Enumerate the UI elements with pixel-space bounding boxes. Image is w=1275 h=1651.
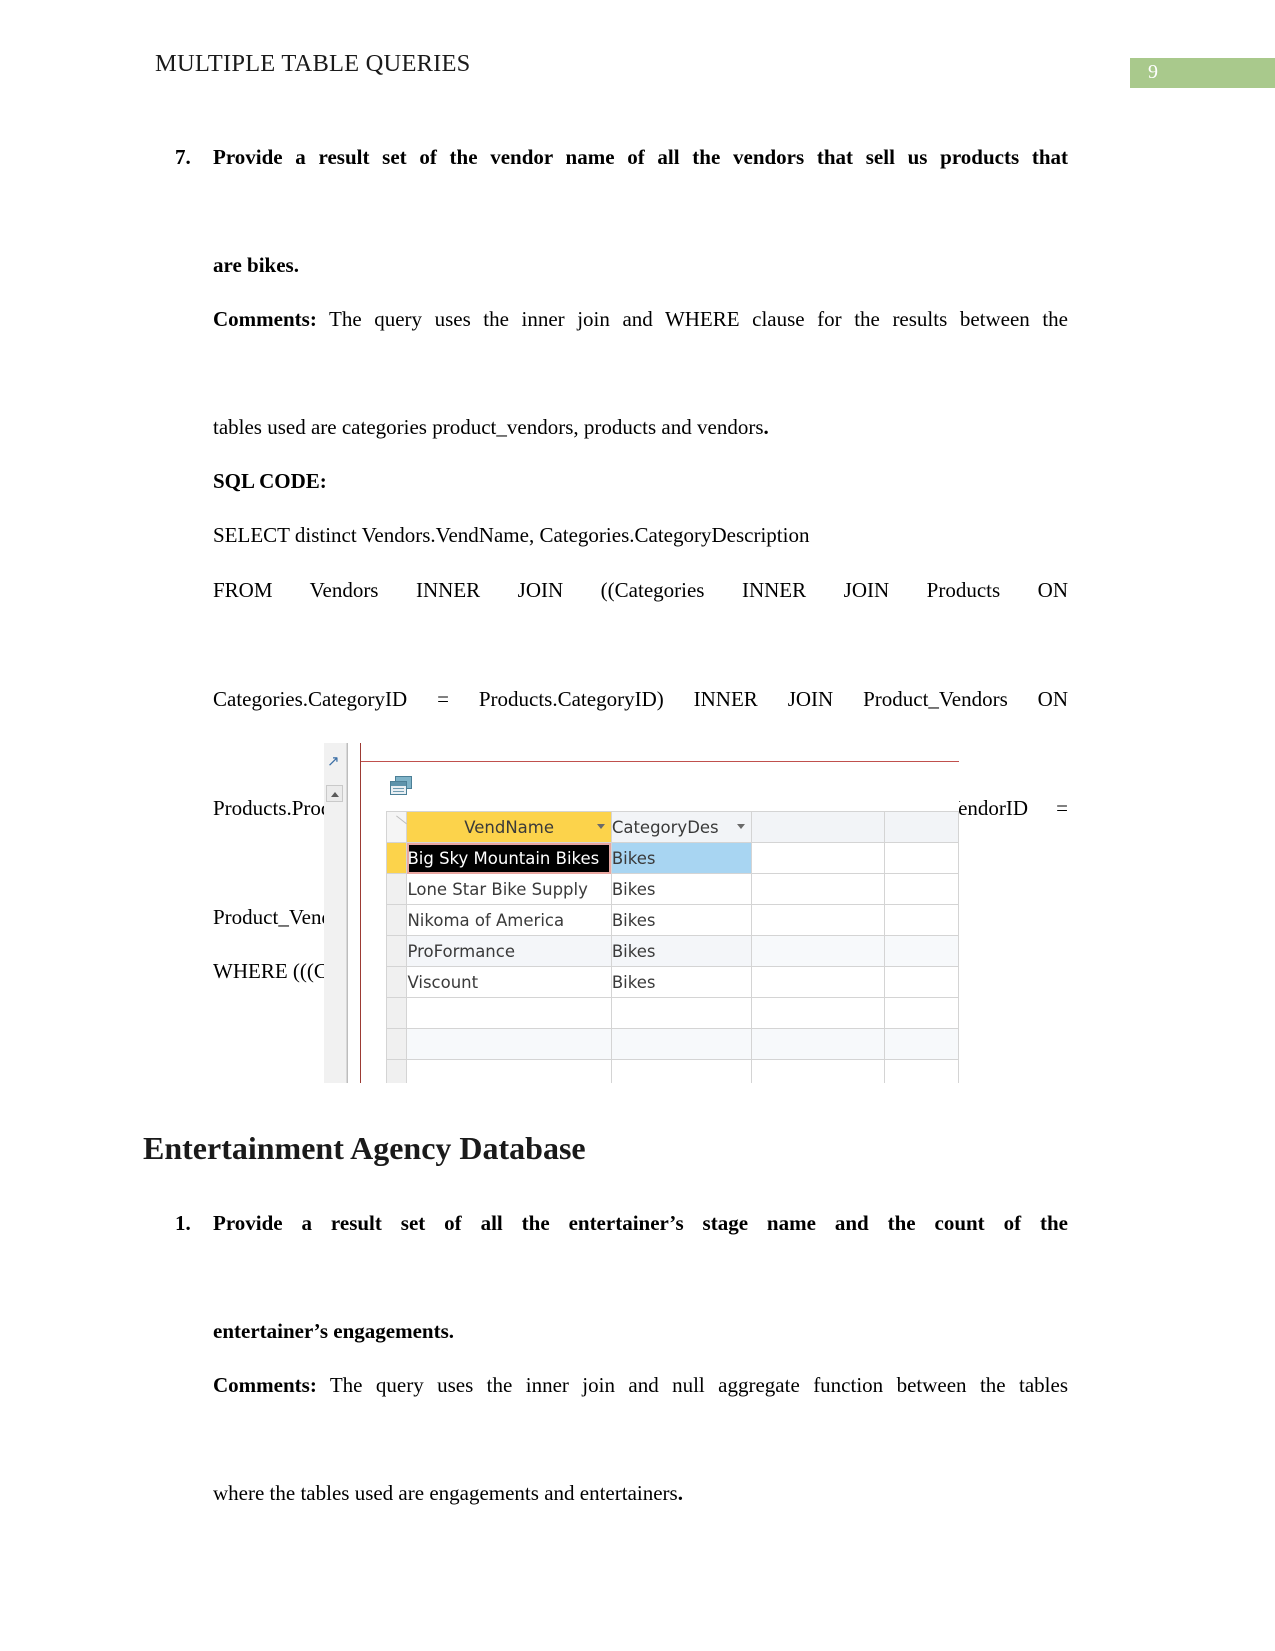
cell-vendname[interactable]: Nikoma of America [406,904,612,936]
row-selector[interactable] [385,842,408,874]
cell-empty-1 [751,935,885,967]
comments-text-1: The query uses the inner join and WHERE … [329,307,1069,331]
cell-vendname[interactable]: Lone Star Bike Supply [406,873,612,905]
column-header-empty-1 [751,811,885,843]
document-tab-rule [361,761,959,762]
document-body-lower: 1. Provide a result set of all the enter… [0,1196,1275,1520]
page-number-text: 9 [1148,61,1158,83]
cell-categorydescription[interactable]: Bikes [610,873,753,905]
select-all-header[interactable] [385,811,408,843]
open-chevron-icon: ↗ [327,752,340,770]
question-number: 1. [175,1211,191,1235]
table-row-blank [385,1059,959,1083]
row-selector[interactable] [385,935,408,967]
column-header-vendname-label: VendName [464,817,555,837]
cell-empty-2 [883,904,959,936]
cell-empty-category [610,997,753,1029]
row-selector[interactable] [385,997,408,1029]
cell-vendname[interactable]: ProFormance [406,935,612,967]
cell-vendname[interactable]: Big Sky Mountain Bikes [406,842,612,874]
question-prompt-line-2: are bikes. [213,253,299,277]
comments-paragraph-line-2: tables used are categories product_vendo… [0,400,1275,454]
chevron-down-icon[interactable] [737,824,746,829]
cell-empty-vendname [406,1059,612,1083]
shutter-bar-open-icon[interactable] [326,785,343,802]
column-header-vendname[interactable]: VendName [406,811,612,843]
column-header-categorydescription-label: CategoryDes [611,817,719,837]
cell-categorydescription[interactable]: Bikes [610,904,753,936]
cell-categorydescription[interactable]: Bikes [610,935,753,967]
table-row[interactable]: Nikoma of America Bikes [385,904,959,936]
sql-code-label-row: SQL CODE: [0,454,1275,508]
column-header-categorydescription[interactable]: CategoryDes [610,811,753,843]
table-row[interactable]: Lone Star Bike Supply Bikes [385,873,959,905]
query-datasheet-icon [390,776,412,795]
question-prompt-line-1: Provide a result set of the vendor name … [213,145,1068,169]
navigation-pane-strip: ↗ [324,743,347,1083]
comments-text-2: tables used are categories product_vendo… [213,415,764,439]
comments-period: . [677,1481,683,1505]
section-heading: Entertainment Agency Database [143,1130,586,1166]
comments-label: Comments: [213,307,317,331]
question-item-7: 7. Provide a result set of the vendor na… [0,130,1275,292]
cell-empty-vendname [406,997,612,1029]
column-header-empty-2 [883,811,959,843]
access-query-result-screenshot: ↗ VendName CategoryDes Big Sky Mountain … [324,743,959,1083]
row-selector[interactable] [385,1059,408,1083]
datasheet-area: VendName CategoryDes Big Sky Mountain Bi… [361,743,959,1083]
cell-vendname[interactable]: Viscount [406,966,612,998]
cell-empty-1 [751,842,885,874]
cell-empty-2 [883,935,959,967]
cell-empty-1 [751,997,885,1029]
cell-empty-2 [883,1059,959,1083]
row-selector[interactable] [385,966,408,998]
comments-paragraph-line-1: Comments: The query uses the inner join … [0,292,1275,400]
cell-empty-2 [883,873,959,905]
cell-empty-1 [751,873,885,905]
comments-paragraph-line-1: Comments: The query uses the inner join … [0,1358,1275,1466]
comments-period: . [763,415,769,439]
comments-text-1: The query uses the inner join and null a… [329,1373,1068,1397]
cell-empty-category [610,1028,753,1060]
question-number: 7. [175,145,191,169]
comments-paragraph-line-2: where the tables used are engagements an… [0,1466,1275,1520]
cell-empty-1 [751,1059,885,1083]
cell-empty-vendname [406,1028,612,1060]
comments-label: Comments: [213,1373,317,1397]
page-header: MULTIPLE TABLE QUERIES 9 [0,50,1275,90]
cell-empty-2 [883,966,959,998]
page-number-badge: 9 [1130,58,1275,88]
sql-line-2: FROM Vendors INNER JOIN ((Categories INN… [213,577,1068,602]
cell-empty-1 [751,966,885,998]
header-title: MULTIPLE TABLE QUERIES [155,50,471,77]
table-row[interactable]: ProFormance Bikes [385,935,959,967]
sql-code-label: SQL CODE: [213,469,327,493]
cell-empty-1 [751,1028,885,1060]
table-row[interactable]: Viscount Bikes [385,966,959,998]
row-selector[interactable] [385,1028,408,1060]
cell-empty-2 [883,997,959,1029]
question-prompt-line-2: entertainer’s engagements. [213,1319,455,1343]
query-results-table: VendName CategoryDes Big Sky Mountain Bi… [385,811,959,1083]
table-row[interactable]: Big Sky Mountain Bikes Bikes [385,842,959,874]
table-row-blank [385,1028,959,1060]
cell-empty-category [610,1059,753,1083]
comments-text-2: where the tables used are engagements an… [213,1481,678,1505]
document-split-bar [347,743,362,1083]
table-row-blank [385,997,959,1029]
row-selector[interactable] [385,873,408,905]
row-selector[interactable] [385,904,408,936]
chevron-down-icon[interactable] [596,824,605,829]
sql-line-1: SELECT distinct Vendors.VendName, Catego… [213,523,810,547]
cell-empty-1 [751,904,885,936]
question-item-1: 1. Provide a result set of all the enter… [0,1196,1275,1358]
question-prompt-line-1: Provide a result set of all the entertai… [213,1211,1068,1235]
table-header-row: VendName CategoryDes [385,811,959,843]
cell-empty-2 [883,842,959,874]
cell-categorydescription[interactable]: Bikes [610,966,753,998]
cell-categorydescription[interactable]: Bikes [610,842,753,874]
cell-empty-2 [883,1028,959,1060]
